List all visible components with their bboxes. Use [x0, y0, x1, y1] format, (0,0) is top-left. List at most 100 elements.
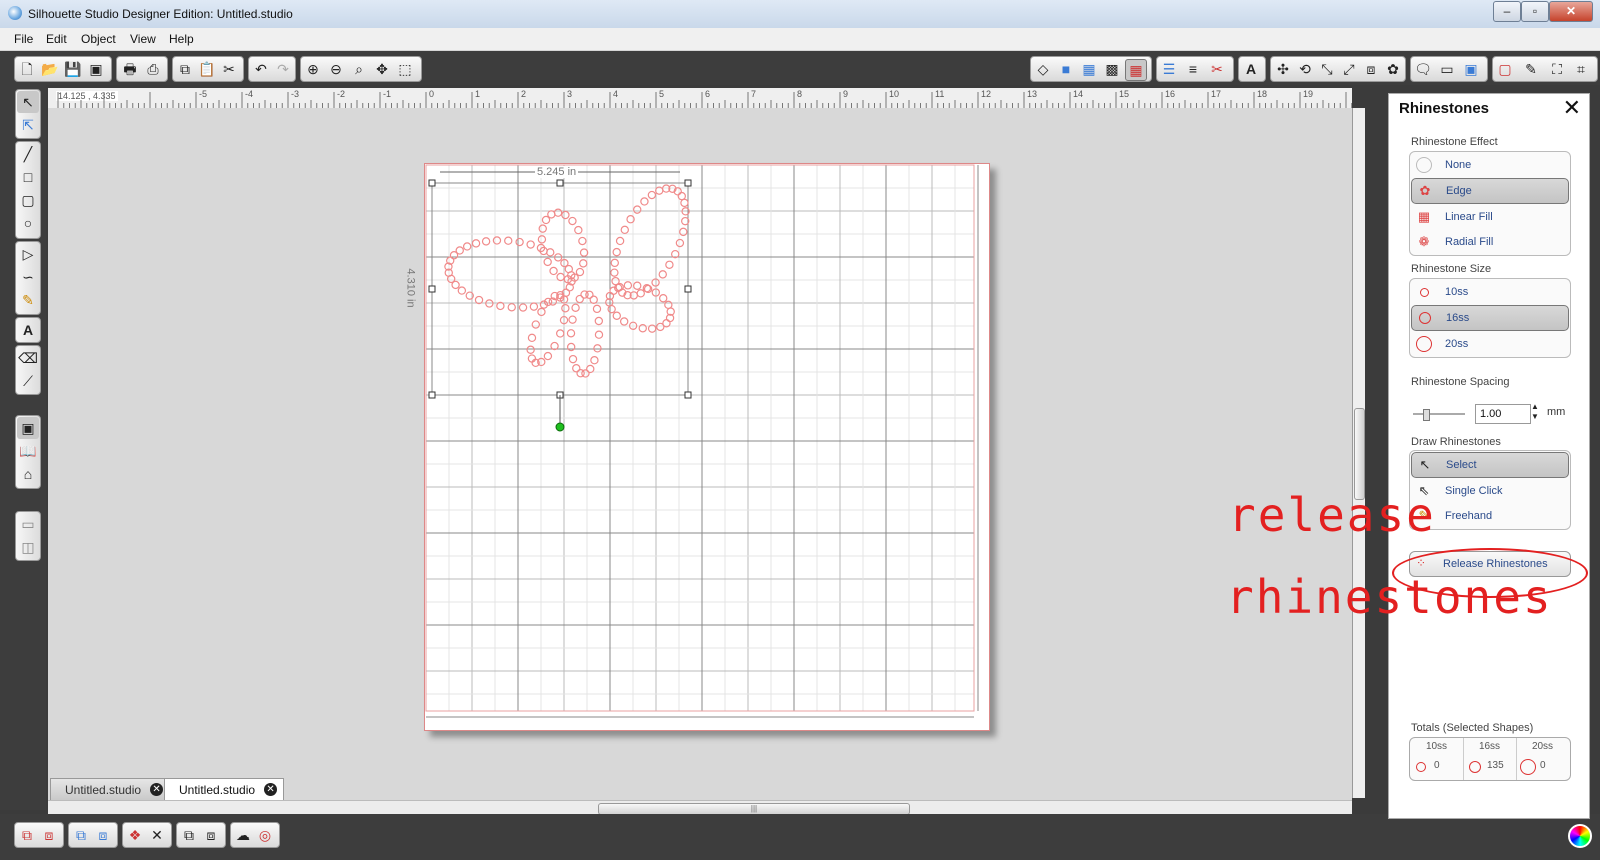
menu-file[interactable]: File [14, 32, 33, 46]
library-icon[interactable]: ▭ [1437, 59, 1457, 79]
fill-color-icon[interactable]: ◇ [1033, 59, 1053, 79]
close-tab-icon[interactable]: ✕ [150, 783, 164, 796]
weld-icon[interactable]: ❖ [125, 825, 145, 845]
line-thickness-icon[interactable]: ≡ [1183, 59, 1203, 79]
copy-icon[interactable]: ⧉ [175, 59, 195, 79]
fill-pattern-icon[interactable]: ▦ [1079, 59, 1099, 79]
line-style-icon[interactable]: ▩ [1102, 59, 1122, 79]
spacing-slider-thumb[interactable] [1423, 409, 1430, 421]
size-option-16ss[interactable]: 16ss [1411, 305, 1569, 331]
rounded-rectangle-tool-icon[interactable]: ▢ [17, 189, 39, 211]
group-icon[interactable]: ⧉ [17, 825, 37, 845]
menu-object[interactable]: Object [81, 32, 116, 46]
minimize-button[interactable]: – [1493, 1, 1521, 22]
align-icon[interactable]: ✣ [1273, 59, 1293, 79]
selection-handle[interactable] [428, 391, 436, 399]
send-to-back-icon[interactable]: ⧈ [201, 825, 221, 845]
effect-option-edge[interactable]: ✿ Edge [1411, 178, 1569, 204]
doc-tab-1[interactable]: Untitled.studio ✕ [50, 778, 171, 801]
close-tab-icon[interactable]: ✕ [264, 783, 278, 796]
undo-icon[interactable]: ↶ [251, 59, 271, 79]
zoom-in-icon[interactable]: ⊕ [303, 59, 323, 79]
line-color-icon[interactable]: ☰ [1159, 59, 1179, 79]
save-to-library-icon[interactable]: ▣ [86, 59, 106, 79]
spacing-stepper[interactable]: ▲ ▼ [1531, 402, 1539, 422]
knife-tool-icon[interactable]: ⟋ [17, 370, 39, 392]
text-tool-icon[interactable]: A [17, 319, 39, 341]
cutting-mat-page[interactable]: 5.245 in 4.310 in [405, 163, 990, 731]
delete-icon[interactable]: ✕ [147, 825, 167, 845]
ungroup-icon[interactable]: ⧈ [39, 825, 59, 845]
library-view-icon[interactable]: 📖 [17, 440, 39, 462]
text-style-icon[interactable]: A [1241, 59, 1261, 79]
fill-gradient-icon[interactable]: ■ [1056, 59, 1076, 79]
new-file-icon[interactable]: 🗋 [17, 59, 37, 79]
panel-left-icon[interactable]: ▭ [17, 513, 39, 535]
effect-option-linear-fill[interactable]: ▦ Linear Fill [1411, 205, 1569, 229]
vertical-scrollbar[interactable] [1352, 108, 1365, 798]
rhinestone-panel-icon[interactable]: ▦ [1125, 59, 1147, 81]
doc-tab-2[interactable]: Untitled.studio ✕ [164, 778, 285, 801]
pan-icon[interactable]: ✥ [372, 59, 392, 79]
selection-handle[interactable] [428, 179, 436, 187]
color-wheel-icon[interactable] [1568, 824, 1592, 848]
select-tool-icon[interactable]: ↖ [17, 91, 39, 113]
selection-handle[interactable] [684, 391, 692, 399]
menu-help[interactable]: Help [169, 32, 194, 46]
scale-icon[interactable]: ⤡ [1317, 59, 1337, 79]
bring-to-front-icon[interactable]: ⧉ [179, 825, 199, 845]
save-icon[interactable]: 💾 [63, 59, 83, 79]
release-compound-icon[interactable]: ⧈ [93, 825, 113, 845]
spacing-input[interactable]: 1.00 [1475, 404, 1531, 424]
cut-icon[interactable]: ✂ [219, 59, 239, 79]
selection-handle[interactable] [684, 179, 692, 187]
store-view-icon[interactable]: ⌂ [17, 463, 39, 485]
close-window-button[interactable]: ✕ [1549, 1, 1593, 22]
page-settings-icon[interactable]: ▢ [1495, 59, 1515, 79]
panel-split-icon[interactable]: ◫ [17, 536, 39, 558]
print-icon[interactable]: 🖶 [120, 59, 140, 79]
polygon-tool-icon[interactable]: ▷ [17, 243, 39, 265]
edit-points-icon[interactable]: ⇱ [17, 114, 39, 136]
paste-icon[interactable]: 📋 [197, 59, 217, 79]
print-cut-icon[interactable]: ⎙ [143, 59, 163, 79]
cut-send-icon[interactable]: ⌗ [1571, 59, 1591, 79]
move-icon[interactable]: ⤢ [1339, 59, 1359, 79]
selection-handle[interactable] [428, 285, 436, 293]
fullscreen-icon[interactable]: ⛶ [1547, 59, 1567, 79]
ellipse-tool-icon[interactable]: ○ [17, 212, 39, 234]
make-compound-icon[interactable]: ⧉ [71, 825, 91, 845]
open-file-icon[interactable]: 📂 [40, 59, 60, 79]
zoom-select-icon[interactable]: ⌕ [349, 59, 369, 79]
design-canvas[interactable]: 5.245 in 4.310 in [48, 108, 1352, 796]
pen-icon[interactable]: ✎ [1521, 59, 1541, 79]
modify-icon[interactable]: ☁ [233, 825, 253, 845]
eraser-tool-icon[interactable]: ⌫ [17, 347, 39, 369]
menu-edit[interactable]: Edit [46, 32, 67, 46]
effect-option-none[interactable]: None [1411, 153, 1569, 177]
design-view-icon[interactable]: ▣ [17, 417, 39, 439]
rectangle-tool-icon[interactable]: □ [17, 166, 39, 188]
line-tool-icon[interactable]: ╱ [17, 143, 39, 165]
fit-to-page-icon[interactable]: ⬚ [395, 59, 415, 79]
curve-tool-icon[interactable]: ∽ [17, 266, 39, 288]
effect-option-radial-fill[interactable]: ❁ Radial Fill [1411, 230, 1569, 254]
horizontal-scrollbar[interactable]: ||| [48, 800, 1352, 815]
size-option-20ss[interactable]: 20ss [1411, 332, 1569, 356]
selection-handle[interactable] [684, 285, 692, 293]
redo-icon[interactable]: ↷ [273, 59, 293, 79]
trace-icon[interactable]: 🗨 [1413, 59, 1433, 79]
freehand-tool-icon[interactable]: ✎ [17, 289, 39, 311]
maximize-button[interactable]: ▫ [1521, 1, 1549, 22]
cut-settings-icon[interactable]: ✂ [1207, 59, 1227, 79]
size-option-10ss[interactable]: 10ss [1411, 280, 1569, 304]
offset-icon[interactable]: ✿ [1383, 59, 1403, 79]
draw-option-select[interactable]: ↖ Select [1411, 452, 1569, 478]
zoom-out-icon[interactable]: ⊖ [326, 59, 346, 79]
store-icon[interactable]: ▣ [1461, 59, 1481, 79]
vertical-scroll-thumb[interactable] [1354, 408, 1365, 500]
menu-view[interactable]: View [130, 32, 156, 46]
selection-handle[interactable] [556, 179, 564, 187]
rotate-icon[interactable]: ⟲ [1295, 59, 1315, 79]
close-panel-icon[interactable]: ✕ [1563, 96, 1581, 120]
